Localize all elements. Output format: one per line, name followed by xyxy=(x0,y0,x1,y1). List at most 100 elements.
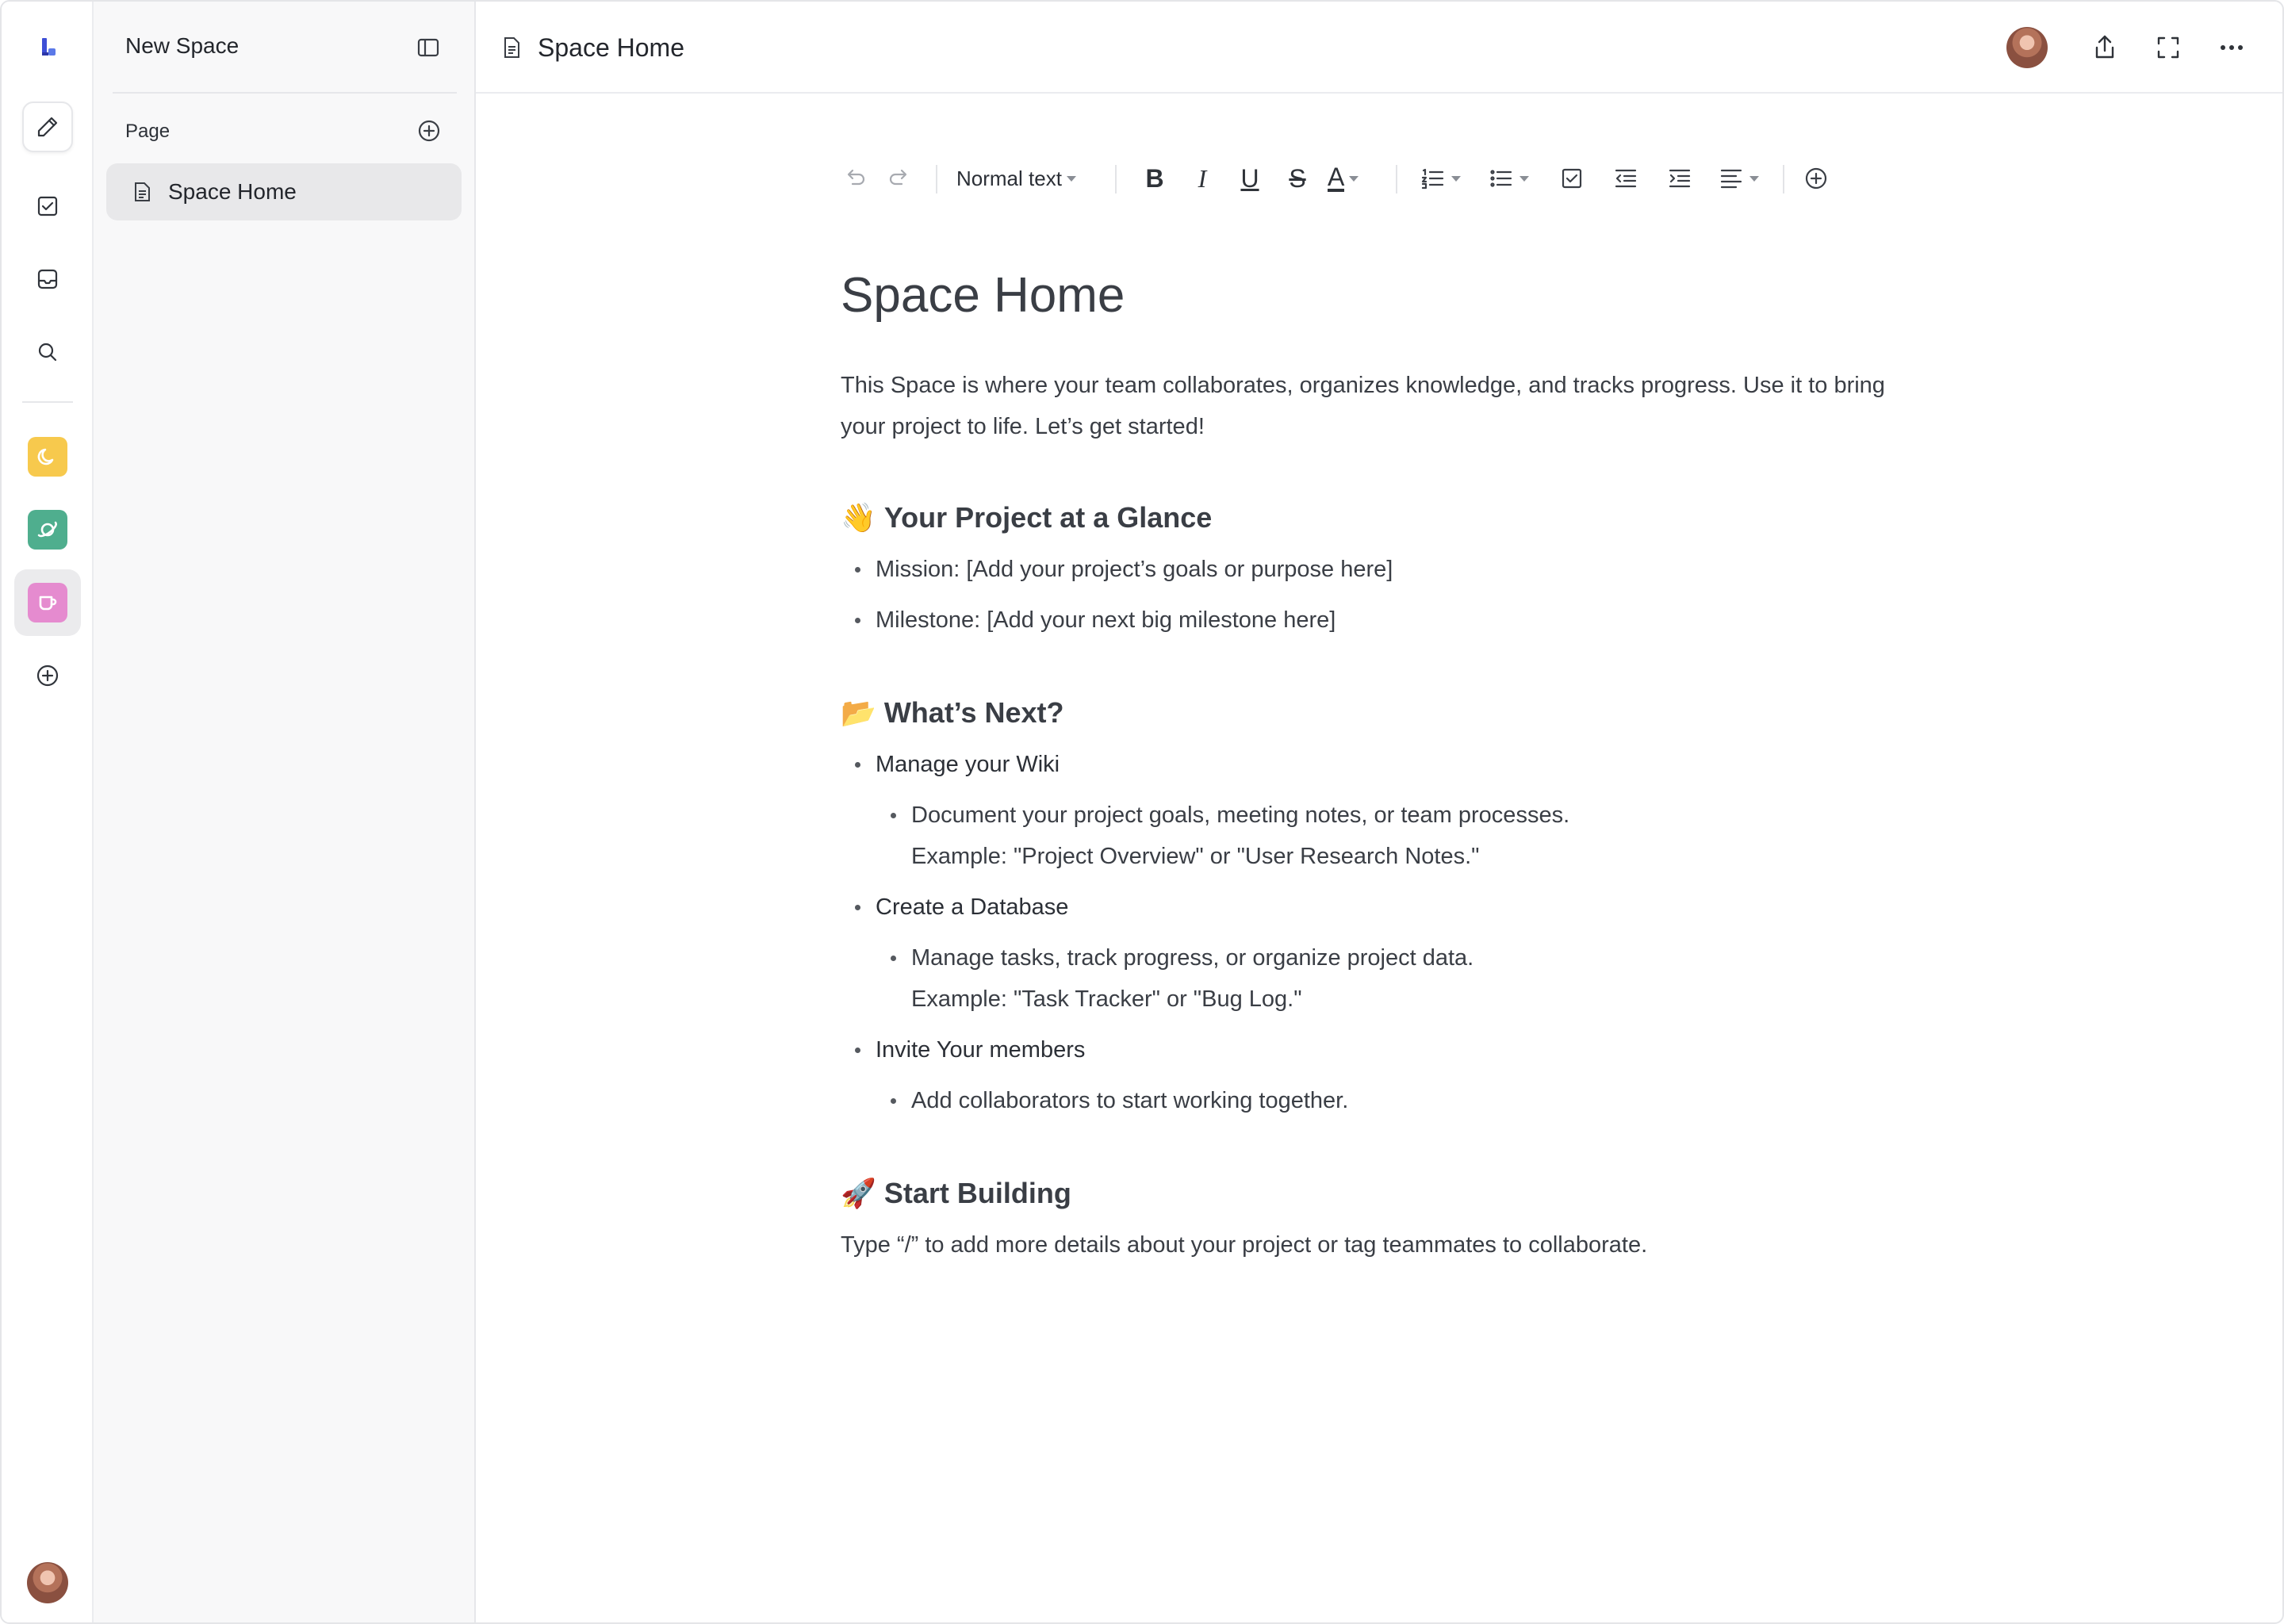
inbox-button[interactable] xyxy=(22,254,73,304)
sidebar-toggle-icon xyxy=(417,38,439,57)
section-heading-text: What’s Next? xyxy=(883,696,1064,729)
document-icon xyxy=(135,182,150,201)
list-item[interactable]: Mission: [Add your project’s goals or pu… xyxy=(876,549,1393,590)
plus-circle-icon xyxy=(1805,167,1827,190)
list-item[interactable]: Milestone: [Add your next big milestone … xyxy=(876,599,1336,641)
inbox-icon xyxy=(37,269,58,289)
space-cup[interactable] xyxy=(14,569,81,636)
add-page-button[interactable] xyxy=(416,117,443,144)
more-options-button[interactable] xyxy=(2216,32,2248,63)
user-avatar[interactable] xyxy=(27,1562,68,1603)
section-heading[interactable]: 📂 What’s Next? xyxy=(841,696,1064,730)
compose-button[interactable] xyxy=(22,102,73,152)
sidebar: New Space Page Space Home xyxy=(94,2,476,1622)
document-title[interactable]: Space Home xyxy=(841,263,1903,328)
indent-icon xyxy=(1669,169,1691,188)
bullet-dot xyxy=(891,1098,896,1104)
tasks-button[interactable] xyxy=(22,181,73,232)
list-item[interactable]: Create a Database xyxy=(876,887,1068,928)
indent-button[interactable] xyxy=(1664,162,1696,195)
add-space-button[interactable] xyxy=(22,650,73,701)
underline-button[interactable]: U xyxy=(1234,162,1266,195)
document-body[interactable]: Space Home This Space is where your team… xyxy=(841,263,1903,1258)
search-icon xyxy=(38,343,57,362)
text-style-label: Normal text xyxy=(956,166,1062,190)
pencil-icon xyxy=(37,117,58,137)
logo-icon xyxy=(42,38,56,56)
moon-icon xyxy=(37,448,54,465)
redo-button[interactable] xyxy=(885,162,914,195)
numbered-list-button[interactable] xyxy=(1420,162,1461,195)
undo-button[interactable] xyxy=(841,162,869,195)
sub-list-item[interactable]: Document your project goals, meeting not… xyxy=(911,795,1569,836)
share-button[interactable] xyxy=(2089,32,2121,63)
insert-button[interactable] xyxy=(1800,162,1832,195)
chevron-down-icon xyxy=(1451,175,1461,182)
bullet-dot xyxy=(891,813,896,818)
section-heading-text: Start Building xyxy=(883,1177,1071,1209)
bullet-dot xyxy=(855,618,860,623)
strikethrough-icon: S xyxy=(1289,163,1306,193)
search-button[interactable] xyxy=(22,327,73,377)
icon-rail xyxy=(2,2,94,1622)
sidebar-toggle-button[interactable] xyxy=(416,35,441,60)
text-style-dropdown[interactable]: Normal text xyxy=(956,162,1076,195)
plus-circle-icon xyxy=(418,120,440,142)
bullet-dot xyxy=(855,905,860,910)
checkbox-icon xyxy=(1562,168,1582,189)
undo-icon xyxy=(847,169,865,186)
numbered-list-icon xyxy=(1421,168,1444,190)
section-heading-text: Your Project at a Glance xyxy=(883,501,1213,534)
outdent-button[interactable] xyxy=(1610,162,1642,195)
page-breadcrumb-title[interactable]: Space Home xyxy=(538,33,684,63)
planet-icon xyxy=(37,521,57,538)
app-logo[interactable] xyxy=(22,22,73,73)
bullet-list-button[interactable] xyxy=(1488,162,1529,195)
sidebar-item-space-home[interactable]: Space Home xyxy=(106,163,462,220)
chevron-down-icon xyxy=(1749,175,1759,182)
sub-list-item[interactable]: Manage tasks, track progress, or organiz… xyxy=(911,937,1473,979)
chevron-down-icon xyxy=(1349,175,1359,182)
bold-button[interactable]: B xyxy=(1139,162,1171,195)
expand-icon xyxy=(2157,36,2179,59)
rail-divider xyxy=(22,401,73,403)
space-planet[interactable] xyxy=(22,504,73,555)
editor-toolbar: Normal text B I U S A xyxy=(841,157,1895,200)
strikethrough-button[interactable]: S xyxy=(1282,162,1313,195)
underline-icon: U xyxy=(1240,163,1259,193)
sub-list-item-line[interactable]: Example: "Task Tracker" or "Bug Log." xyxy=(911,979,1302,1020)
cup-icon xyxy=(39,596,57,611)
paragraph[interactable]: Type “/” to add more details about your … xyxy=(841,1224,1647,1266)
more-horizontal-icon xyxy=(2221,45,2243,50)
intro-paragraph[interactable]: This Space is where your team collaborat… xyxy=(841,365,1903,447)
section-heading[interactable]: 🚀 Start Building xyxy=(841,1177,1071,1210)
italic-icon: I xyxy=(1198,163,1207,193)
share-icon xyxy=(2095,35,2114,59)
collaborator-avatar[interactable] xyxy=(2006,27,2048,68)
sub-list-item[interactable]: Add collaborators to start working toget… xyxy=(911,1080,1348,1121)
italic-button[interactable]: I xyxy=(1186,162,1218,195)
bullet-dot xyxy=(891,956,896,961)
bullet-dot xyxy=(855,1048,860,1053)
checkbox-icon xyxy=(37,196,58,216)
space-title[interactable]: New Space xyxy=(125,33,239,59)
space-moon[interactable] xyxy=(22,431,73,482)
checklist-button[interactable] xyxy=(1556,162,1588,195)
list-item[interactable]: Invite Your members xyxy=(876,1029,1085,1071)
list-item[interactable]: Manage your Wiki xyxy=(876,744,1060,785)
page-section-label: Page xyxy=(125,121,171,142)
sub-list-item-line[interactable]: Example: "Project Overview" or "User Res… xyxy=(911,836,1479,877)
plus-circle-icon xyxy=(36,665,59,687)
chevron-down-icon xyxy=(1066,175,1076,182)
outdent-icon xyxy=(1615,169,1637,188)
rocket-emoji-icon: 🚀 xyxy=(841,1178,876,1210)
document-icon xyxy=(500,35,523,60)
fullscreen-button[interactable] xyxy=(2152,32,2184,63)
text-color-button[interactable]: A xyxy=(1328,162,1359,195)
align-button[interactable] xyxy=(1718,162,1759,195)
wave-emoji-icon: 👋 xyxy=(841,502,876,534)
folder-emoji-icon: 📂 xyxy=(841,697,876,730)
section-heading[interactable]: 👋 Your Project at a Glance xyxy=(841,501,1212,534)
bullet-dot xyxy=(855,762,860,768)
sidebar-divider xyxy=(113,92,457,94)
